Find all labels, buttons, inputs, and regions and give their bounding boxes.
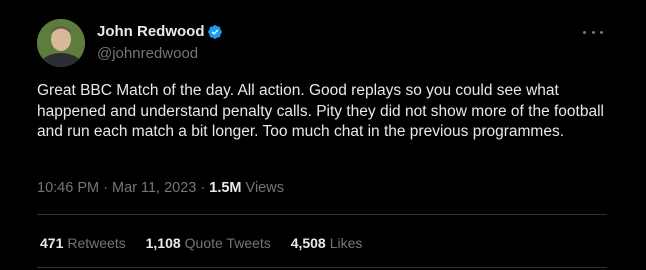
likes-count: 4,508	[290, 235, 326, 251]
views-label: Views	[245, 180, 284, 196]
tweet-card: John Redwood @johnredwood Great BBC Matc…	[20, 0, 626, 270]
quote-tweets-count: 1,108	[145, 235, 181, 251]
likes-label: Likes	[329, 235, 363, 251]
dot-icon	[600, 30, 603, 34]
divider	[37, 214, 607, 215]
quote-tweets-stat[interactable]: 1,108 Quote Tweets	[146, 235, 271, 251]
tweet-meta: 10:46 PM · Mar 11, 2023 · 1.5M Views	[37, 180, 284, 196]
retweets-label: Retweets	[67, 235, 126, 251]
meta-separator: ·	[103, 180, 108, 196]
retweets-count: 471	[40, 235, 64, 251]
author-handle[interactable]: @johnredwood	[97, 45, 198, 62]
dot-icon	[591, 30, 595, 34]
quote-tweets-label: Quote Tweets	[184, 235, 271, 251]
retweets-stat[interactable]: 471 Retweets	[40, 235, 126, 251]
engagement-stats: 471 Retweets 1,108 Quote Tweets 4,508 Likes	[40, 235, 378, 251]
verified-badge-icon	[208, 25, 222, 39]
views-count: 1.5M	[209, 180, 242, 196]
likes-stat[interactable]: 4,508 Likes	[291, 235, 363, 251]
tweet-time[interactable]: 10:46 PM	[37, 180, 99, 196]
dot-icon	[583, 30, 586, 34]
divider	[37, 267, 607, 268]
more-options-icon[interactable]	[583, 24, 603, 40]
tweet-date[interactable]: Mar 11, 2023	[112, 180, 196, 196]
author-name[interactable]: John Redwood	[97, 23, 205, 40]
meta-separator: ·	[200, 180, 206, 196]
avatar-photo	[37, 19, 85, 67]
tweet-text: Great BBC Match of the day. All action. …	[37, 82, 604, 140]
avatar[interactable]	[37, 19, 85, 67]
